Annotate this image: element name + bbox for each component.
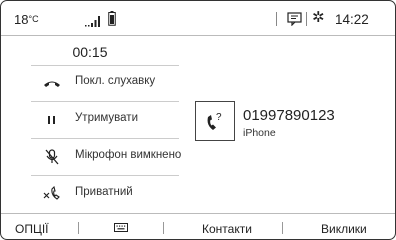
- clock: 14:22: [335, 12, 369, 27]
- mute-button[interactable]: Мікрофон вимкнено: [31, 141, 182, 173]
- calls-button[interactable]: Виклики: [321, 222, 367, 236]
- status-bar: 18°C ✲ 14:22: [1, 1, 395, 35]
- list-divider: [31, 65, 179, 66]
- private-button[interactable]: Приватний: [31, 178, 179, 210]
- caller-avatar: ?: [195, 101, 235, 141]
- signal-icon: [85, 16, 100, 27]
- private-label: Приватний: [75, 186, 133, 198]
- list-divider: [31, 101, 179, 102]
- message-icon[interactable]: [287, 12, 303, 26]
- temperature-value: 18: [14, 12, 29, 27]
- battery-icon: [108, 11, 116, 26]
- hold-label: Утримувати: [75, 112, 138, 124]
- pause-icon: [48, 116, 55, 124]
- contacts-button[interactable]: Контакти: [202, 222, 252, 236]
- private-call-icon: [43, 186, 60, 200]
- mic-muted-icon: [45, 149, 59, 165]
- unknown-caller-icon: ?: [207, 112, 222, 130]
- infotainment-screen: 18°C ✲ 14:22 00:15 Покл. слухавку Утриму…: [0, 0, 396, 240]
- hang-up-icon: [44, 81, 60, 87]
- hold-button[interactable]: Утримувати: [31, 104, 179, 136]
- bottom-separator: [78, 222, 79, 234]
- hang-up-button[interactable]: Покл. слухавку: [31, 67, 179, 99]
- temperature-unit: °C: [28, 14, 39, 24]
- caller-number: 01997890123: [243, 107, 335, 124]
- bottom-separator: [282, 222, 283, 234]
- phone-device-name: iPhone: [243, 127, 276, 139]
- mute-label: Мікрофон вимкнено: [75, 149, 182, 161]
- status-separator: [276, 12, 277, 26]
- keypad-icon[interactable]: [114, 223, 128, 232]
- bottom-bar: ОПЦІЇ Контакти Виклики: [1, 213, 395, 239]
- gear-icon[interactable]: ✲: [312, 9, 325, 27]
- status-bar-divider: [1, 35, 395, 36]
- list-divider: [31, 175, 179, 176]
- hang-up-label: Покл. слухавку: [75, 75, 156, 87]
- options-button[interactable]: ОПЦІЇ: [15, 222, 49, 236]
- status-separator: [306, 12, 307, 26]
- call-duration: 00:15: [72, 44, 108, 60]
- temperature-readout: 18°C: [14, 12, 39, 27]
- bottom-separator: [163, 222, 164, 234]
- svg-text:?: ?: [216, 112, 222, 123]
- list-divider: [31, 138, 179, 139]
